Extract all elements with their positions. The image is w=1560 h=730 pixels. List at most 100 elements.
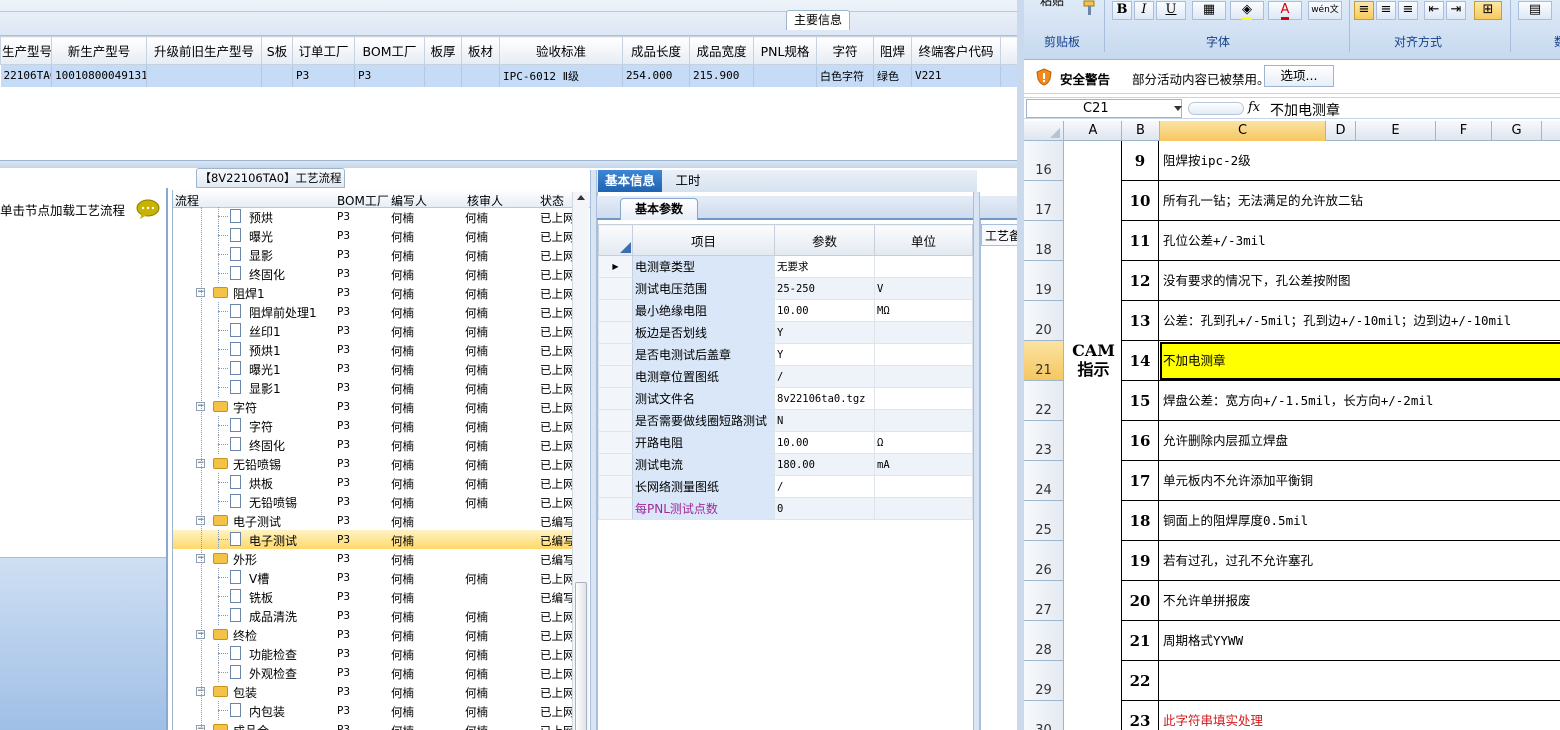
tree-row[interactable]: − 字符 P3 何楠 何楠 已上网 bbox=[173, 397, 573, 416]
tree-row[interactable]: − 无铅喷锡 P3 何楠 何楠 已上网 bbox=[173, 454, 573, 473]
instruction-text[interactable]: 没有要求的情况下，孔公差按附图 bbox=[1163, 261, 1351, 301]
parameter-row[interactable]: 开路电阻 10.00 Ω bbox=[598, 431, 973, 454]
column-header-e[interactable]: E bbox=[1356, 121, 1436, 141]
column-header-f[interactable]: F bbox=[1436, 121, 1492, 141]
table-cell[interactable] bbox=[461, 64, 500, 87]
parameter-value[interactable]: / bbox=[774, 475, 875, 498]
instruction-text[interactable]: 公差：孔到孔+/-5mil；孔到边+/-10mil；边到边+/-10mil bbox=[1163, 301, 1511, 341]
parameter-value[interactable]: Y bbox=[774, 343, 875, 366]
row-header[interactable]: 29 bbox=[1024, 661, 1064, 701]
table-cell[interactable] bbox=[753, 64, 817, 87]
instruction-number[interactable]: 12 bbox=[1122, 261, 1159, 301]
tree-row[interactable]: 外观检查 P3 何楠 何楠 已上网 bbox=[173, 663, 573, 682]
name-box[interactable]: C21 bbox=[1026, 99, 1182, 118]
column-header-order[interactable]: 订单工厂 bbox=[292, 36, 355, 65]
fx-icon[interactable]: fx bbox=[1248, 100, 1260, 115]
row-header[interactable] bbox=[598, 497, 633, 520]
instruction-number[interactable]: 9 bbox=[1122, 141, 1159, 181]
instruction-row[interactable]: 9 阻焊按ipc-2级 bbox=[1122, 141, 1560, 181]
speech-bubble-icon[interactable] bbox=[136, 199, 160, 219]
row-header[interactable] bbox=[598, 277, 633, 300]
instruction-text[interactable]: 阻焊按ipc-2级 bbox=[1163, 141, 1251, 181]
table-cell[interactable] bbox=[146, 64, 262, 87]
fill-color-button[interactable]: ◈ bbox=[1230, 1, 1264, 20]
instruction-row[interactable]: 10 所有孔一钻；无法满足的允许放二钻 bbox=[1122, 181, 1560, 221]
tree-row[interactable]: 内包装 P3 何楠 何楠 已上网 bbox=[173, 701, 573, 720]
row-header[interactable]: 18 bbox=[1024, 221, 1064, 261]
tree-row[interactable]: V槽 P3 何楠 何楠 已上网 bbox=[173, 568, 573, 587]
column-header-a[interactable]: A bbox=[1065, 121, 1122, 141]
instruction-number[interactable]: 23 bbox=[1122, 701, 1159, 730]
column-header-order[interactable]: 升级前旧生产型号 bbox=[146, 36, 262, 65]
instruction-text[interactable]: 若有过孔，过孔不允许塞孔 bbox=[1163, 541, 1313, 581]
row-header[interactable]: 17 bbox=[1024, 181, 1064, 221]
format-painter-icon[interactable] bbox=[1082, 0, 1098, 16]
column-header-unit[interactable]: 单位 bbox=[874, 224, 973, 256]
column-header-order[interactable]: 阻焊 bbox=[873, 36, 912, 65]
column-header-order[interactable]: BOM工厂 bbox=[354, 36, 425, 65]
merge-center-button[interactable]: ⊞ bbox=[1474, 1, 1502, 20]
column-header-order[interactable]: 板厚 bbox=[424, 36, 462, 65]
tree-row[interactable]: − 电子测试 P3 何楠 已编写 bbox=[173, 511, 573, 530]
instruction-row[interactable]: 17 单元板内不允许添加平衡铜 bbox=[1122, 461, 1560, 501]
instruction-text[interactable]: 不加电测章 bbox=[1163, 341, 1226, 381]
tree-row[interactable]: 阻焊前处理1 P3 何楠 何楠 已上网 bbox=[173, 302, 573, 321]
row-header[interactable]: 23 bbox=[1024, 421, 1064, 461]
tree-row[interactable]: − 阻焊1 P3 何楠 何楠 已上网 bbox=[173, 283, 573, 302]
instruction-number[interactable]: 10 bbox=[1122, 181, 1159, 221]
table-cell[interactable]: 254.000 bbox=[622, 64, 690, 87]
security-options-button[interactable]: 选项... bbox=[1264, 65, 1334, 87]
table-cell[interactable]: 10010800049131 bbox=[51, 64, 147, 87]
row-header[interactable]: 21 bbox=[1024, 341, 1064, 381]
parameter-row[interactable]: 电测章位置图纸 / bbox=[598, 365, 973, 388]
align-right-button[interactable]: ≡ bbox=[1398, 1, 1418, 20]
scrollbar-thumb[interactable] bbox=[575, 582, 587, 730]
current-row-indicator-icon[interactable]: ▶ bbox=[598, 255, 633, 278]
increase-indent-button[interactable]: ⇥ bbox=[1446, 1, 1466, 20]
column-header-order[interactable]: 板材 bbox=[461, 36, 500, 65]
table-cell[interactable]: V221 bbox=[911, 64, 1001, 87]
column-header-order[interactable]: 成品长度 bbox=[622, 36, 690, 65]
instruction-row[interactable]: 15 焊盘公差：宽方向+/-1.5mil，长方向+/-2mil bbox=[1122, 381, 1560, 421]
parameter-row[interactable]: 测试电压范围 25-250 V bbox=[598, 277, 973, 300]
row-header[interactable] bbox=[598, 299, 633, 322]
decrease-indent-button[interactable]: ⇤ bbox=[1424, 1, 1444, 20]
instruction-text[interactable]: 允许删除内层孤立焊盘 bbox=[1163, 421, 1288, 461]
tree-row[interactable]: 功能检查 P3 何楠 何楠 已上网 bbox=[173, 644, 573, 663]
parameter-row[interactable]: 板边是否划线 Y bbox=[598, 321, 973, 344]
row-header[interactable]: 22 bbox=[1024, 381, 1064, 421]
cam-instruction-cell[interactable]: CAM 指示 bbox=[1065, 141, 1122, 730]
instruction-row[interactable]: 12 没有要求的情况下，孔公差按附图 bbox=[1122, 261, 1560, 301]
instruction-row[interactable]: 21 周期格式YYWW bbox=[1122, 621, 1560, 661]
instruction-row[interactable]: 18 铜面上的阻焊厚度0.5mil bbox=[1122, 501, 1560, 541]
instruction-text[interactable]: 此字符串填实处理 bbox=[1163, 701, 1263, 730]
instruction-number[interactable]: 22 bbox=[1122, 661, 1159, 701]
number-format-button[interactable]: ▤ bbox=[1518, 1, 1552, 20]
instruction-text[interactable]: 周期格式YYWW bbox=[1163, 621, 1243, 661]
parameter-value[interactable]: 25-250 bbox=[774, 277, 875, 300]
tab-basic-params[interactable]: 基本参数 bbox=[620, 198, 698, 220]
instruction-number[interactable]: 11 bbox=[1122, 221, 1159, 261]
row-header[interactable]: 16 bbox=[1024, 141, 1064, 181]
tree-scrollbar[interactable] bbox=[572, 192, 589, 730]
column-header-param[interactable]: 参数 bbox=[774, 224, 875, 256]
instruction-number[interactable]: 20 bbox=[1122, 581, 1159, 621]
worksheet[interactable]: A B C D E F G 16 17 18 19 20 21 22 23 24 25 26 27 28… bbox=[1024, 121, 1560, 730]
parameter-value[interactable]: 10.00 bbox=[774, 299, 875, 322]
instruction-number[interactable]: 14 bbox=[1122, 341, 1159, 381]
pane-splitter[interactable] bbox=[0, 160, 1017, 168]
parameter-row[interactable]: 长网络测量图纸 / bbox=[598, 475, 973, 498]
instruction-row[interactable]: 20 不允许单拼报废 bbox=[1122, 581, 1560, 621]
tab-main-info[interactable]: 主要信息 bbox=[786, 10, 850, 30]
parameter-value[interactable]: 0 bbox=[774, 497, 875, 520]
parameter-value[interactable]: N bbox=[774, 409, 875, 432]
tab-basic-info[interactable]: 基本信息 bbox=[598, 170, 662, 192]
tree-row[interactable]: 烘板 P3 何楠 何楠 已上网 bbox=[173, 473, 573, 492]
column-header-order[interactable]: 终端客户代码 bbox=[911, 36, 1001, 65]
tree-row[interactable]: 字符 P3 何楠 何楠 已上网 bbox=[173, 416, 573, 435]
parameter-row[interactable]: 测试电流 180.00 mA bbox=[598, 453, 973, 476]
parameter-row[interactable]: 是否需要做线圈短路测试 N bbox=[598, 409, 973, 432]
align-left-button[interactable]: ≡ bbox=[1354, 1, 1374, 20]
instruction-number[interactable]: 18 bbox=[1122, 501, 1159, 541]
chevron-down-icon[interactable] bbox=[1174, 106, 1182, 111]
